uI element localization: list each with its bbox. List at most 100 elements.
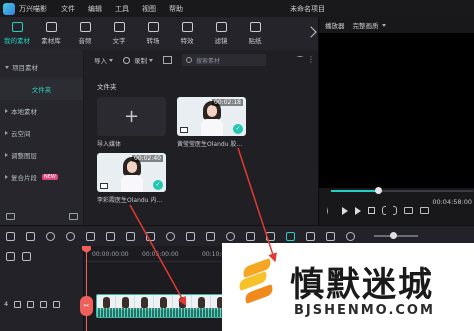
video-thumbnail[interactable]: 00:02:18 ✓ (177, 97, 246, 136)
next-frame-icon[interactable] (355, 206, 361, 215)
quality-label: 完整画质 (352, 22, 379, 30)
chevron-right-icon[interactable] (305, 26, 317, 38)
play-icon[interactable] (342, 206, 348, 215)
sidebar-item-adjustment-layer[interactable]: 调整图层 (0, 144, 83, 166)
sidebar-item-cloud[interactable]: 云空间 (0, 122, 83, 144)
tile-label: 黄莹莹医生Olandu 胶... (177, 141, 243, 148)
eye-icon[interactable] (53, 300, 61, 308)
more-icon[interactable]: ⋮ (307, 55, 315, 64)
folder-icon[interactable] (69, 212, 78, 220)
more-tools-icon[interactable] (186, 231, 195, 241)
sidebar-footer (0, 209, 84, 223)
sidebar-item-project-media[interactable]: 项目素材 (0, 56, 83, 78)
sidebar-item-label: 调整图层 (11, 152, 37, 160)
tab-transitions[interactable]: 转场 (136, 17, 170, 50)
sidebar-item-label: 复合片段 (11, 174, 37, 182)
tab-audio[interactable]: 音频 (68, 17, 102, 50)
display-icon[interactable] (404, 207, 413, 214)
link-icon[interactable] (22, 252, 31, 261)
media-sidebar: 项目素材 文件夹 本地素材 云空间 调整图层 复合片段 NEW (0, 50, 84, 225)
grid-icon[interactable] (306, 231, 315, 241)
add-track-icon[interactable] (6, 252, 15, 261)
video-thumbnail[interactable]: 00:02:40 ✓ (97, 153, 166, 192)
preview-player: 播放器 完整画质 00:04:58:00 (318, 17, 474, 225)
progress-handle[interactable] (374, 187, 382, 194)
player-tab[interactable]: 播放器 (325, 20, 345, 30)
lock-icon[interactable] (27, 300, 35, 308)
layout-icon[interactable] (6, 231, 15, 241)
import-media-tile[interactable]: + 导入媒体 (97, 97, 173, 148)
redo-icon[interactable] (66, 231, 75, 241)
text-tool-icon[interactable] (126, 231, 135, 241)
select-tool-icon[interactable] (26, 231, 35, 241)
tab-stock-media[interactable]: 素材库 (34, 17, 68, 50)
search-input[interactable]: 搜索素材 (182, 54, 266, 66)
clip-duration: 00:02:18 (212, 99, 243, 106)
shield-icon[interactable] (226, 231, 235, 241)
tab-label: 音频 (78, 37, 92, 45)
previous-frame-icon[interactable] (327, 206, 335, 215)
ruler-label: 00:00:00:00 (92, 251, 129, 258)
quality-dropdown[interactable]: 完整画质 (353, 20, 386, 30)
new-badge: NEW (42, 174, 58, 180)
undo-icon[interactable] (46, 231, 55, 241)
menu-file[interactable]: 文件 (61, 4, 75, 14)
sort-icon[interactable] (163, 56, 172, 64)
delete-icon[interactable] (86, 231, 95, 241)
record-button[interactable]: 录制 (134, 55, 153, 65)
import-thumbnail[interactable]: + (97, 97, 166, 136)
zoom-out-icon[interactable] (346, 231, 355, 241)
scissors-icon[interactable] (106, 231, 115, 241)
list-icon[interactable] (266, 231, 275, 241)
media-clip-tile[interactable]: 00:02:18 ✓ 黄莹莹医生Olandu 胶... (177, 97, 253, 148)
sidebar-item-label: 文件夹 (31, 86, 52, 94)
playhead[interactable] (86, 246, 87, 331)
fit-icon[interactable] (326, 231, 335, 241)
watermark: 慎默迷城 BJSHENMO.COM (222, 243, 474, 331)
caret-down-icon (149, 58, 153, 62)
ruler-label: 00:05:00:00 (142, 251, 179, 258)
caret-down-icon (381, 23, 386, 27)
crop-icon[interactable] (146, 231, 155, 241)
tab-my-media[interactable]: 我的素材 (0, 17, 34, 50)
zoom-handle[interactable] (390, 232, 397, 239)
watermark-subtitle: BJSHENMO.COM (294, 303, 435, 318)
speaker-icon[interactable] (40, 300, 48, 308)
ai-icon[interactable] (286, 231, 295, 241)
stop-icon[interactable] (368, 207, 375, 214)
mark-in-icon[interactable] (382, 206, 386, 215)
mark-out-icon[interactable] (393, 206, 397, 215)
zoom-slider[interactable] (374, 232, 418, 239)
menu-tools[interactable]: 工具 (115, 4, 129, 14)
render-icon[interactable] (206, 231, 215, 241)
speed-icon[interactable] (166, 231, 175, 241)
menu-view[interactable]: 视图 (142, 4, 156, 14)
tab-label: 文字 (112, 37, 126, 45)
watermark-logo-icon (234, 258, 280, 305)
sidebar-item-local-media[interactable]: 本地素材 (0, 100, 83, 122)
media-clip-tile[interactable]: 00:02:40 ✓ 李彩霞医生Olandu 内... (97, 153, 173, 204)
tab-titles[interactable]: 文字 (102, 17, 136, 50)
filter-icon (215, 22, 227, 32)
caret-right-icon (5, 131, 8, 135)
title-bar: 万兴喵影 文件 编辑 工具 视图 帮助 未命名项目 (0, 0, 474, 17)
text-icon (113, 22, 125, 32)
tab-stickers[interactable]: 贴纸 (238, 17, 272, 50)
microphone-icon[interactable] (246, 231, 255, 241)
track-number: 4 (4, 300, 9, 308)
snapshot-icon[interactable] (420, 207, 429, 214)
import-button[interactable]: 导入 (94, 55, 113, 65)
document-title: 未命名项目 (290, 5, 325, 13)
sidebar-item-folder[interactable]: 文件夹 (0, 78, 83, 100)
sidebar-item-compound-clip[interactable]: 复合片段 NEW (0, 166, 83, 188)
tab-effects[interactable]: 特效 (170, 17, 204, 50)
clip-duration: 00:02:40 (132, 155, 163, 162)
menu-bar: 文件 编辑 工具 视图 帮助 (61, 4, 183, 14)
tab-filters[interactable]: 滤镜 (204, 17, 238, 50)
menu-help[interactable]: 帮助 (169, 4, 183, 14)
menu-edit[interactable]: 编辑 (88, 4, 102, 14)
new-folder-icon[interactable] (6, 212, 15, 220)
filter-icon[interactable] (296, 56, 304, 64)
split-button[interactable]: ✂ (80, 296, 93, 316)
caret-right-icon (5, 153, 8, 157)
